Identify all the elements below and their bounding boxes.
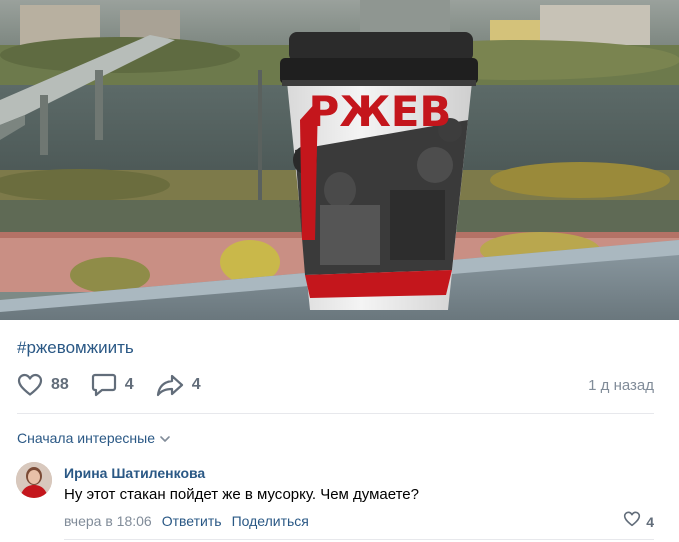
like-count: 88 — [51, 376, 69, 393]
cup-text: РЖЕВ — [309, 87, 452, 136]
share-comment-button[interactable]: Поделиться — [232, 513, 309, 529]
share-count: 4 — [191, 376, 201, 393]
comment-meta: вчера в 18:06 Ответить Поделиться — [64, 513, 319, 529]
comment-count: 4 — [124, 376, 134, 393]
comments-sort-dropdown[interactable]: Сначала интересные — [17, 430, 171, 446]
comment-like-button[interactable]: 4 — [623, 511, 654, 532]
comment-text: Ну этот стакан пойдет же в мусорку. Чем … — [64, 486, 419, 503]
reply-button[interactable]: Ответить — [162, 513, 222, 529]
divider — [17, 413, 654, 414]
post-photo[interactable]: РЖЕВ — [0, 0, 679, 320]
post-time[interactable]: 1 д назад — [588, 377, 654, 394]
heart-icon — [17, 373, 43, 397]
post-actions: 88 4 4 — [17, 371, 223, 399]
comment-button[interactable]: 4 — [91, 373, 134, 397]
like-button[interactable]: 88 — [17, 373, 69, 397]
divider — [64, 539, 654, 540]
heart-icon — [623, 511, 641, 532]
comment-like-count: 4 — [646, 513, 654, 530]
comment-date[interactable]: вчера в 18:06 — [64, 513, 152, 529]
share-button[interactable]: 4 — [156, 373, 201, 397]
share-icon — [156, 373, 184, 397]
comment-author[interactable]: Ирина Шатиленкова — [64, 465, 205, 481]
chevron-down-icon — [155, 430, 171, 446]
coffee-cup: РЖЕВ — [280, 32, 478, 310]
post-hashtag[interactable]: #ржевомжиить — [17, 338, 134, 358]
comment-icon — [91, 373, 117, 397]
avatar[interactable] — [16, 462, 52, 498]
sort-label: Сначала интересные — [17, 430, 155, 446]
